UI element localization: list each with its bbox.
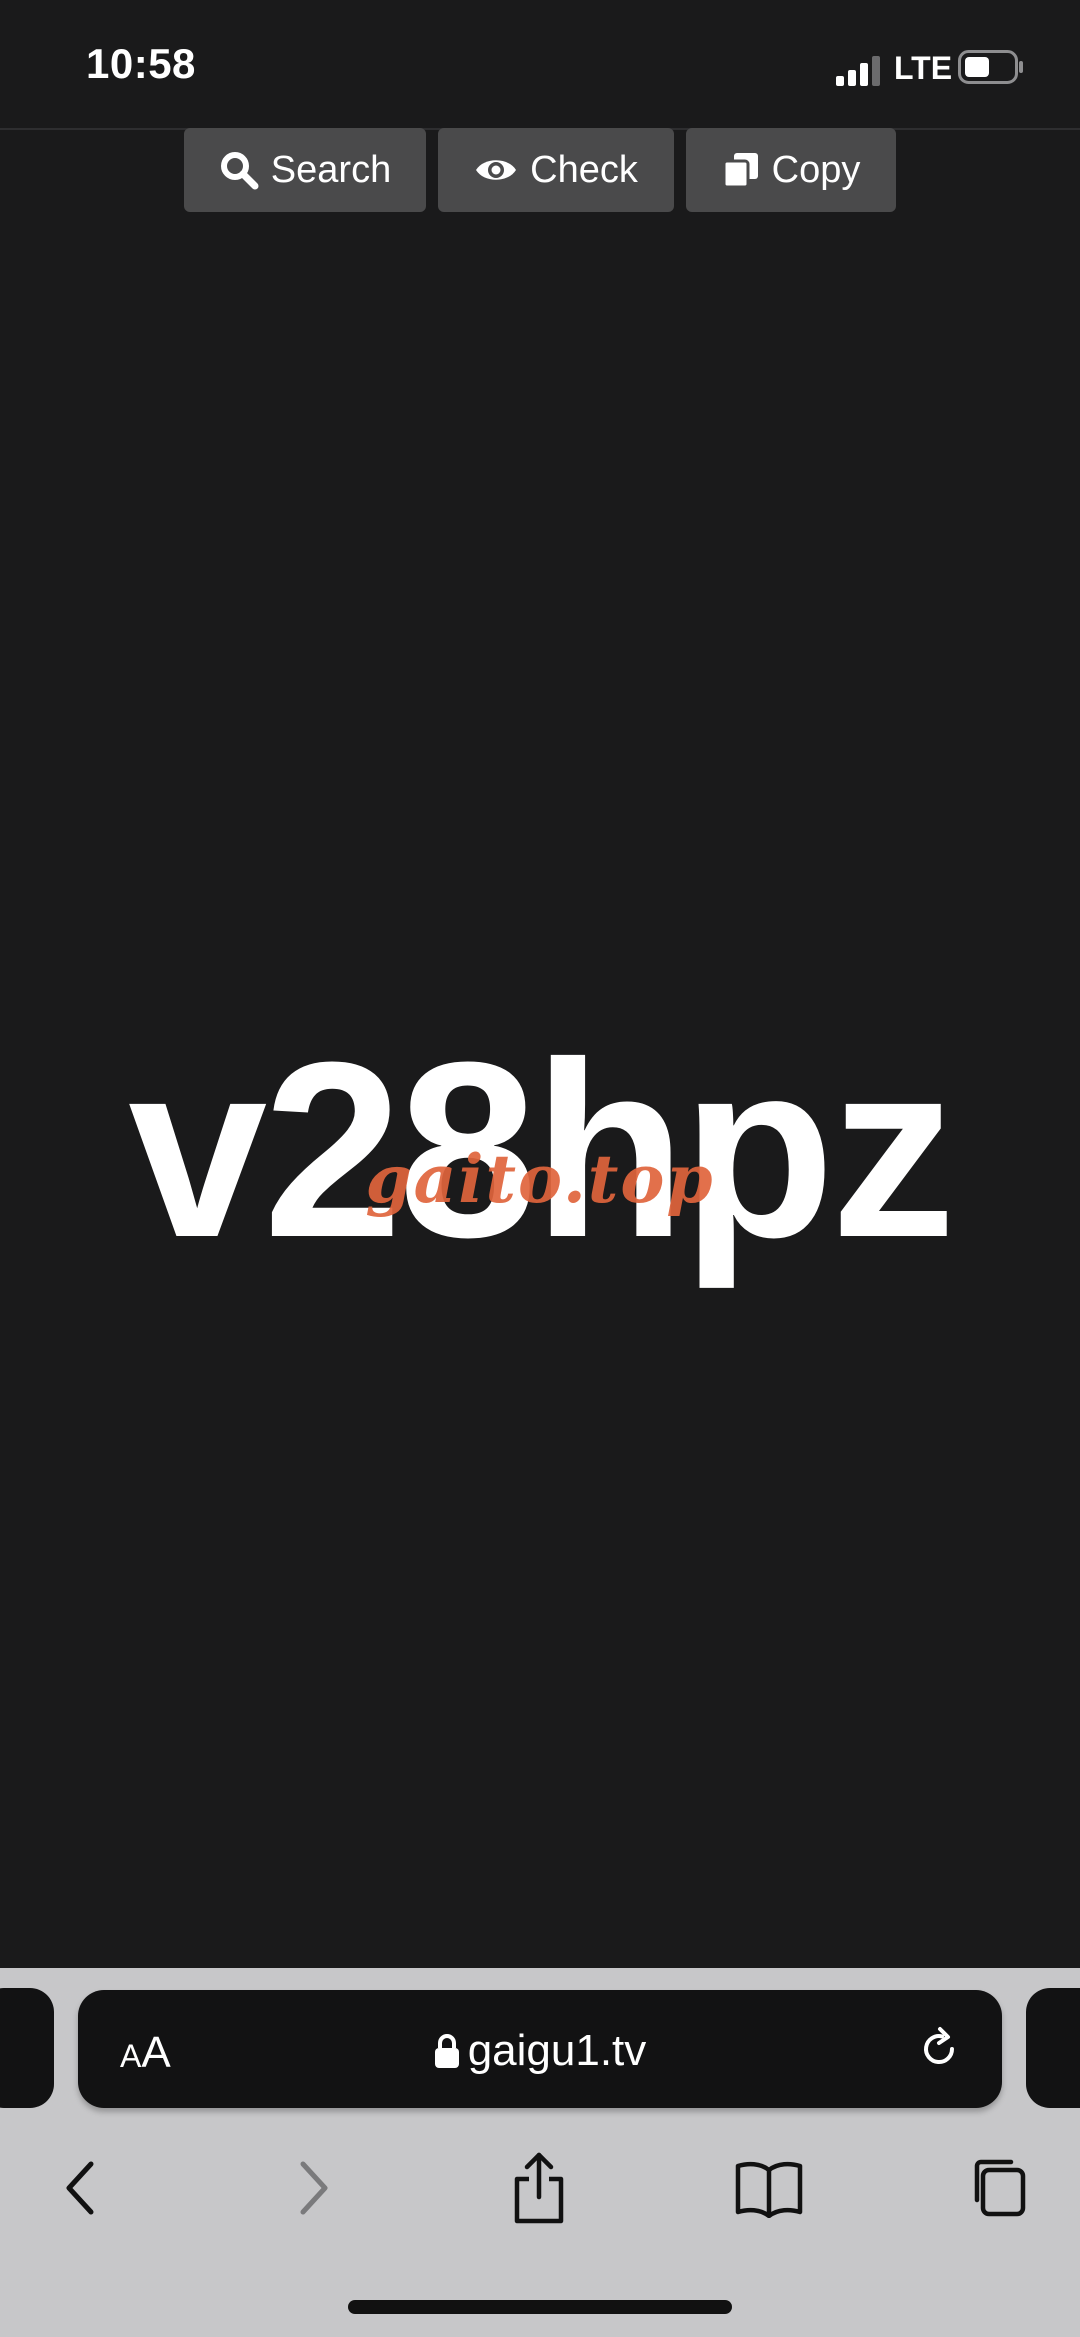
check-button-label: Check	[530, 148, 638, 191]
back-button[interactable]	[36, 2138, 126, 2238]
search-icon	[220, 152, 259, 190]
url-text: gaigu1.tv	[467, 2026, 647, 2075]
battery-icon	[958, 50, 1023, 84]
previous-tab-preview[interactable]	[0, 1988, 54, 2108]
bookmarks-icon	[735, 2161, 803, 2218]
watermark: gaito.top	[365, 1140, 715, 1218]
address-bar[interactable]: AA gaigu1.tv	[78, 1990, 1002, 2108]
lock-icon	[434, 2034, 459, 2068]
search-button-label: Search	[270, 148, 392, 191]
url-display[interactable]: gaigu1.tv	[78, 2026, 1002, 2076]
copy-button[interactable]: Copy	[686, 128, 896, 212]
copy-icon	[722, 153, 758, 189]
tabs-button[interactable]	[952, 2138, 1042, 2238]
share-icon	[514, 2152, 564, 2224]
clock: 10:58	[86, 40, 196, 87]
home-indicator	[348, 2300, 732, 2314]
check-button[interactable]: Check	[438, 128, 674, 212]
status-bar: 10:58 LTE	[0, 0, 1080, 130]
search-button[interactable]: Search	[184, 128, 426, 212]
forward-icon	[300, 2161, 328, 2215]
eye-icon	[476, 160, 517, 180]
signal-icon	[836, 56, 880, 86]
next-tab-preview[interactable]	[1026, 1988, 1080, 2108]
network-type: LTE	[894, 50, 953, 86]
navigation-row	[0, 2138, 1080, 2238]
toolbar: Search Check Copy	[0, 128, 1080, 212]
tabs-icon	[974, 2159, 1026, 2217]
copy-button-label: Copy	[771, 148, 861, 191]
reload-icon[interactable]	[916, 2026, 962, 2072]
bookmarks-button[interactable]	[724, 2138, 814, 2238]
forward-button[interactable]	[268, 2138, 358, 2238]
browser-toolbar: AA gaigu1.tv	[0, 1968, 1080, 2337]
back-icon	[66, 2161, 94, 2215]
share-button[interactable]	[494, 2138, 584, 2238]
